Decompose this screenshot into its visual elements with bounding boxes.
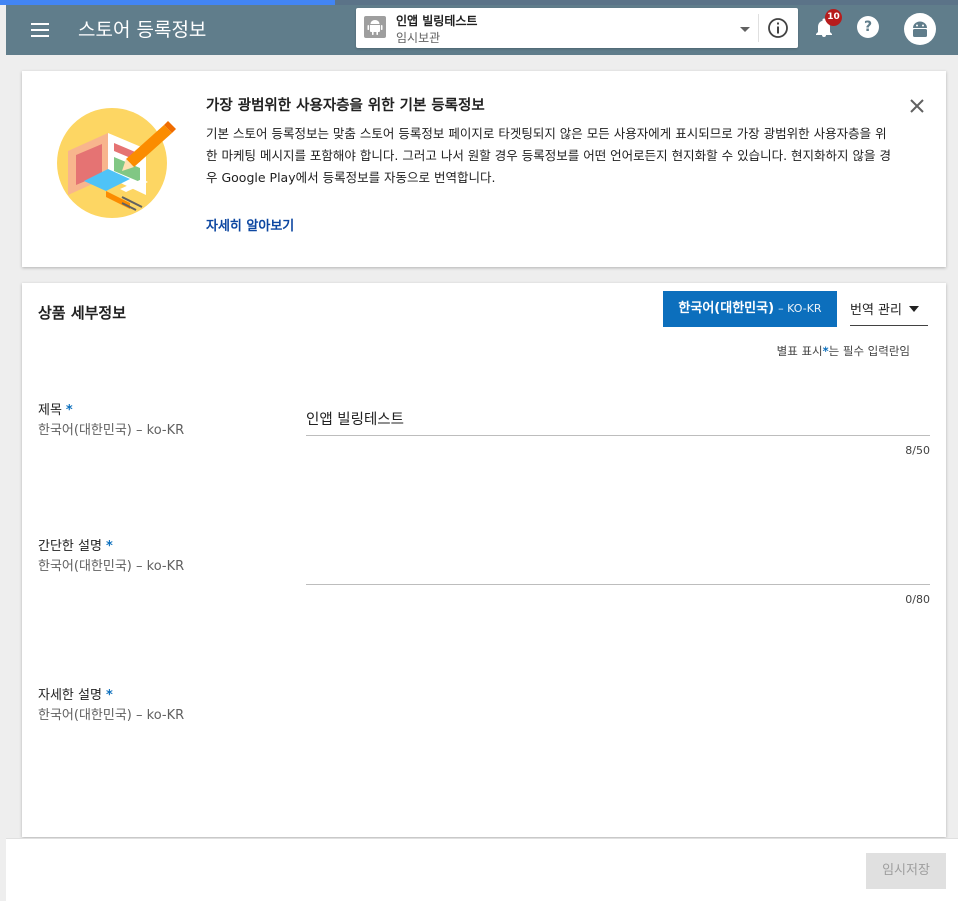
app-status: 임시보관 — [396, 31, 441, 45]
short-description-label-text: 간단한 설명 — [38, 539, 102, 554]
title-input[interactable] — [306, 401, 930, 436]
language-button[interactable]: 한국어(대한민국) – KO-KR — [663, 291, 837, 327]
product-details-card: 상품 세부정보 한국어(대한민국) – KO-KR 번역 관리 별표 표시*는 … — [22, 283, 946, 837]
manage-translations-dropdown[interactable]: 번역 관리 — [850, 293, 928, 326]
language-label: 한국어(대한민국) — [678, 301, 775, 316]
title-char-counter: 8/50 — [905, 444, 930, 457]
info-banner: 가장 광범위한 사용자층을 위한 기본 등록정보 기본 스토어 등록정보는 맞춤… — [22, 71, 946, 267]
top-app-bar: 스토어 등록정보 인앱 빌링테스트 임시보관 10 ? — [6, 5, 958, 55]
language-code: – KO-KR — [778, 302, 822, 315]
short-description-char-counter: 0/80 — [905, 593, 930, 606]
avatar-icon[interactable] — [904, 13, 936, 45]
banner-body: 기본 스토어 등록정보는 맞춤 스토어 등록정보 페이지로 타겟팅되지 않은 모… — [206, 126, 891, 185]
store-illustration — [56, 101, 180, 221]
footer-bar: 임시저장 — [6, 838, 958, 901]
help-icon-symbol: ? — [863, 19, 873, 35]
required-note-prefix: 별표 표시 — [776, 344, 823, 358]
banner-title: 가장 광범위한 사용자층을 위한 기본 등록정보 — [206, 98, 485, 114]
short-description-input[interactable] — [306, 550, 930, 585]
required-fields-note: 별표 표시*는 필수 입력란임 — [777, 343, 910, 359]
required-star: * — [105, 688, 113, 703]
divider — [758, 14, 759, 42]
short-description-label: 간단한 설명 * — [38, 535, 113, 554]
chevron-down-icon — [909, 306, 919, 312]
required-note-suffix: 는 필수 입력란임 — [828, 344, 910, 358]
android-icon — [364, 16, 386, 38]
title-field-language: 한국어(대한민국) – ko-KR — [38, 423, 185, 438]
full-description-label-text: 자세한 설명 — [38, 688, 102, 703]
chevron-down-icon[interactable] — [738, 21, 752, 35]
learn-more-link[interactable]: 자세히 알아보기 — [206, 215, 294, 234]
save-draft-button[interactable]: 임시저장 — [866, 853, 946, 889]
app-name: 인앱 빌링테스트 — [396, 14, 478, 28]
app-selector[interactable]: 인앱 빌링테스트 임시보관 — [356, 8, 798, 48]
close-icon[interactable] — [906, 95, 928, 117]
required-star: * — [65, 403, 73, 418]
info-icon[interactable] — [766, 16, 790, 40]
full-description-label: 자세한 설명 * — [38, 684, 113, 703]
menu-icon[interactable] — [28, 19, 52, 41]
short-description-language: 한국어(대한민국) – ko-KR — [38, 559, 185, 574]
manage-translations-label: 번역 관리 — [850, 303, 902, 318]
title-field-label: 제목 * — [38, 399, 73, 418]
title-label-text: 제목 — [38, 403, 62, 418]
page-title: 스토어 등록정보 — [78, 19, 207, 41]
help-icon[interactable]: ? — [857, 16, 879, 38]
full-description-language: 한국어(대한민국) – ko-KR — [38, 708, 185, 723]
required-star: * — [105, 539, 113, 554]
section-title: 상품 세부정보 — [38, 304, 127, 322]
notification-badge: 10 — [825, 9, 842, 26]
